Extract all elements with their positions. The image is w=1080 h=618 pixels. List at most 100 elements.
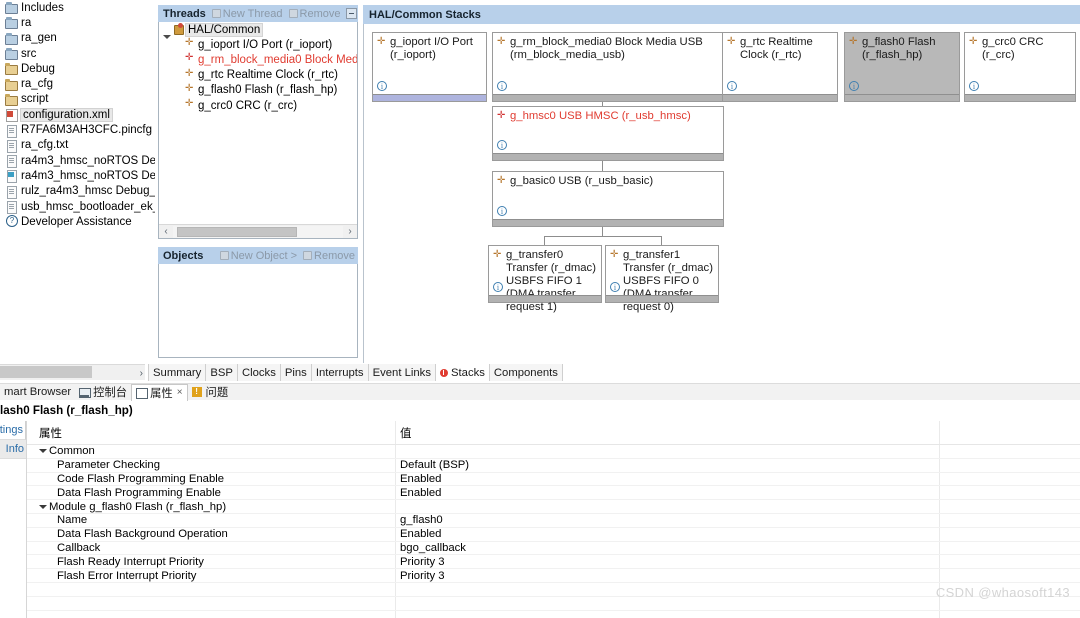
views-tabbar[interactable]: mart Browser 控制台 属性 × 问题 xyxy=(0,383,1080,401)
scroll-right-icon[interactable]: › xyxy=(343,225,357,239)
properties-value-cell[interactable]: bgo_callback xyxy=(395,541,939,555)
properties-row[interactable] xyxy=(27,610,1080,618)
properties-side-tabs[interactable]: tings Info xyxy=(0,421,26,618)
scroll-left-icon[interactable]: ‹ xyxy=(159,225,173,239)
threads-horizontal-scrollbar[interactable]: ‹ › xyxy=(159,224,357,238)
objects-list[interactable] xyxy=(158,264,358,358)
properties-row[interactable]: Module g_flash0 Flash (r_flash_hp) xyxy=(27,500,1080,514)
properties-value-cell[interactable] xyxy=(395,582,939,596)
tab-bsp[interactable]: BSP xyxy=(206,364,238,381)
threads-tree-item[interactable]: g_crc0 CRC (r_crc) xyxy=(159,98,357,113)
new-object-button[interactable]: New Object > xyxy=(219,250,297,262)
properties-row[interactable]: Name g_flash0 xyxy=(27,513,1080,528)
properties-value-cell[interactable]: Default (BSP) xyxy=(395,458,939,472)
new-thread-button[interactable]: New Thread xyxy=(211,8,283,20)
properties-side-tab[interactable]: Info xyxy=(0,440,26,459)
project-explorer-item[interactable]: Debug xyxy=(0,61,155,76)
project-explorer-item[interactable]: ra4m3_hmsc_noRTOS Debug_F xyxy=(0,153,155,169)
tab-summary[interactable]: Summary xyxy=(148,364,207,381)
properties-value-cell[interactable] xyxy=(395,610,939,618)
info-icon[interactable]: i xyxy=(377,81,387,91)
properties-value-cell[interactable]: g_flash0 xyxy=(395,513,939,527)
stack-box-flash[interactable]: ✛ g_flash0 Flash (r_flash_hp) i xyxy=(844,32,960,102)
properties-value-cell[interactable]: Priority 3 xyxy=(395,569,939,582)
explorer-horizontal-scrollbar[interactable]: › xyxy=(0,364,145,380)
info-icon[interactable]: i xyxy=(969,81,979,91)
project-explorer-item[interactable]: ra_cfg xyxy=(0,76,155,91)
tab-clocks[interactable]: Clocks xyxy=(237,364,281,381)
project-explorer-item[interactable]: ra_cfg.txt xyxy=(0,138,155,153)
properties-value-cell[interactable] xyxy=(395,445,939,458)
project-explorer-item[interactable]: src xyxy=(0,46,155,61)
view-tab-2[interactable]: 属性 × xyxy=(131,383,188,401)
info-icon[interactable]: i xyxy=(727,81,737,91)
info-icon[interactable]: i xyxy=(497,206,507,216)
project-explorer-tree[interactable]: Includes ra ra_gen src Debug ra_cfg script conf… xyxy=(0,0,155,358)
stack-box-transfer0[interactable]: ✛ g_transfer0 Transfer (r_dmac) USBFS FI… xyxy=(488,245,602,313)
stack-box-block-media[interactable]: ✛ g_rm_block_media0 Block Media USB (rm_… xyxy=(492,32,724,102)
properties-row[interactable]: Flash Ready Interrupt Priority Priority 3 xyxy=(27,555,1080,570)
threads-tree-item[interactable]: g_flash0 Flash (r_flash_hp) xyxy=(159,83,357,98)
stack-box-crc[interactable]: ✛ g_crc0 CRC (r_crc) i xyxy=(964,32,1076,102)
project-explorer-item[interactable]: rulz_ra4m3_hmsc Debug_Flat.j xyxy=(0,184,155,199)
properties-row[interactable]: Code Flash Programming Enable Enabled xyxy=(27,472,1080,487)
info-icon[interactable]: i xyxy=(497,140,507,150)
properties-row[interactable]: Common xyxy=(27,445,1080,459)
properties-value-cell[interactable]: Enabled xyxy=(395,527,939,541)
properties-side-tab[interactable]: tings xyxy=(0,421,26,440)
properties-group-cell[interactable]: Common xyxy=(27,445,395,458)
properties-row[interactable]: Parameter Checking Default (BSP) xyxy=(27,458,1080,473)
properties-row[interactable]: Data Flash Programming Enable Enabled xyxy=(27,486,1080,501)
view-tab-0[interactable]: mart Browser xyxy=(0,384,75,401)
project-explorer-item[interactable]: Includes xyxy=(0,0,155,15)
properties-row[interactable] xyxy=(27,582,1080,597)
view-tab-3[interactable]: 问题 xyxy=(188,384,233,401)
remove-object-button[interactable]: Remove xyxy=(303,250,355,262)
threads-tree-item[interactable]: g_rtc Realtime Clock (r_rtc) xyxy=(159,68,357,83)
info-icon[interactable]: i xyxy=(849,81,859,91)
project-explorer-item[interactable]: ra xyxy=(0,15,155,30)
stack-box-basic[interactable]: ✛ g_basic0 USB (r_usb_basic) i xyxy=(492,171,724,227)
info-icon[interactable]: i xyxy=(493,282,503,292)
stacks-canvas[interactable]: ✛ g_ioport I/O Port (r_ioport) i ✛ g_rm_… xyxy=(363,24,1080,363)
threads-tree-item[interactable]: g_ioport I/O Port (r_ioport) xyxy=(159,37,357,52)
threads-tree[interactable]: HAL/Commong_ioport I/O Port (r_ioport) g_… xyxy=(158,22,358,239)
properties-row[interactable]: Data Flash Background Operation Enabled xyxy=(27,527,1080,542)
configuration-tabs[interactable]: Summary BSP Clocks Pins Interrupts Event Link… xyxy=(148,364,563,381)
stack-box-transfer1[interactable]: ✛ g_transfer1 Transfer (r_dmac) USBFS FI… xyxy=(605,245,719,313)
stack-box-ioport[interactable]: ✛ g_ioport I/O Port (r_ioport) i xyxy=(372,32,487,102)
info-icon[interactable]: i xyxy=(610,282,620,292)
tab-components[interactable]: Components xyxy=(489,364,563,381)
info-icon[interactable]: i xyxy=(497,81,507,91)
properties-value-cell[interactable]: Enabled xyxy=(395,486,939,500)
threads-scroll-thumb[interactable] xyxy=(177,226,297,237)
tab-event-links[interactable]: Event Links xyxy=(368,364,436,381)
properties-row[interactable]: Callback bgo_callback xyxy=(27,541,1080,556)
threads-scroll-track[interactable] xyxy=(173,225,343,238)
view-tab-1[interactable]: 控制台 xyxy=(75,384,131,401)
threads-tree-root[interactable]: HAL/Common xyxy=(159,22,357,39)
properties-value-cell[interactable]: Enabled xyxy=(395,472,939,486)
project-explorer-item[interactable]: configuration.xml xyxy=(0,107,155,123)
tab-pins[interactable]: Pins xyxy=(280,364,312,381)
close-icon[interactable]: × xyxy=(177,387,183,398)
collapse-all-icon[interactable] xyxy=(346,8,358,19)
project-explorer-item[interactable]: usb_hmsc_bootloader_ek_ra6m xyxy=(0,199,155,214)
threads-tree-item[interactable]: g_rm_block_media0 Block Media US xyxy=(159,52,357,67)
project-explorer-item[interactable]: script xyxy=(0,92,155,107)
properties-value-cell[interactable] xyxy=(395,500,939,513)
remove-thread-button[interactable]: Remove xyxy=(288,8,340,20)
project-explorer-item[interactable]: ra4m3_hmsc_noRTOS Debug_F xyxy=(0,168,155,184)
properties-row[interactable]: Flash Error Interrupt Priority Priority 3 xyxy=(27,569,1080,583)
project-explorer-item[interactable]: R7FA6M3AH3CFC.pincfg xyxy=(0,122,155,138)
properties-group-cell[interactable]: Module g_flash0 Flash (r_flash_hp) xyxy=(27,500,395,513)
tab-stacks[interactable]: Stacks xyxy=(435,364,490,381)
explorer-scroll-thumb[interactable] xyxy=(0,366,92,378)
stack-box-hmsc[interactable]: ✛ g_hmsc0 USB HMSC (r_usb_hmsc) i xyxy=(492,106,724,161)
properties-value-cell[interactable] xyxy=(395,596,939,610)
stack-box-rtc[interactable]: ✛ g_rtc Realtime Clock (r_rtc) i xyxy=(722,32,838,102)
properties-row[interactable] xyxy=(27,596,1080,611)
tab-interrupts[interactable]: Interrupts xyxy=(311,364,369,381)
properties-value-cell[interactable]: Priority 3 xyxy=(395,555,939,569)
scroll-right-icon[interactable]: › xyxy=(140,365,143,381)
